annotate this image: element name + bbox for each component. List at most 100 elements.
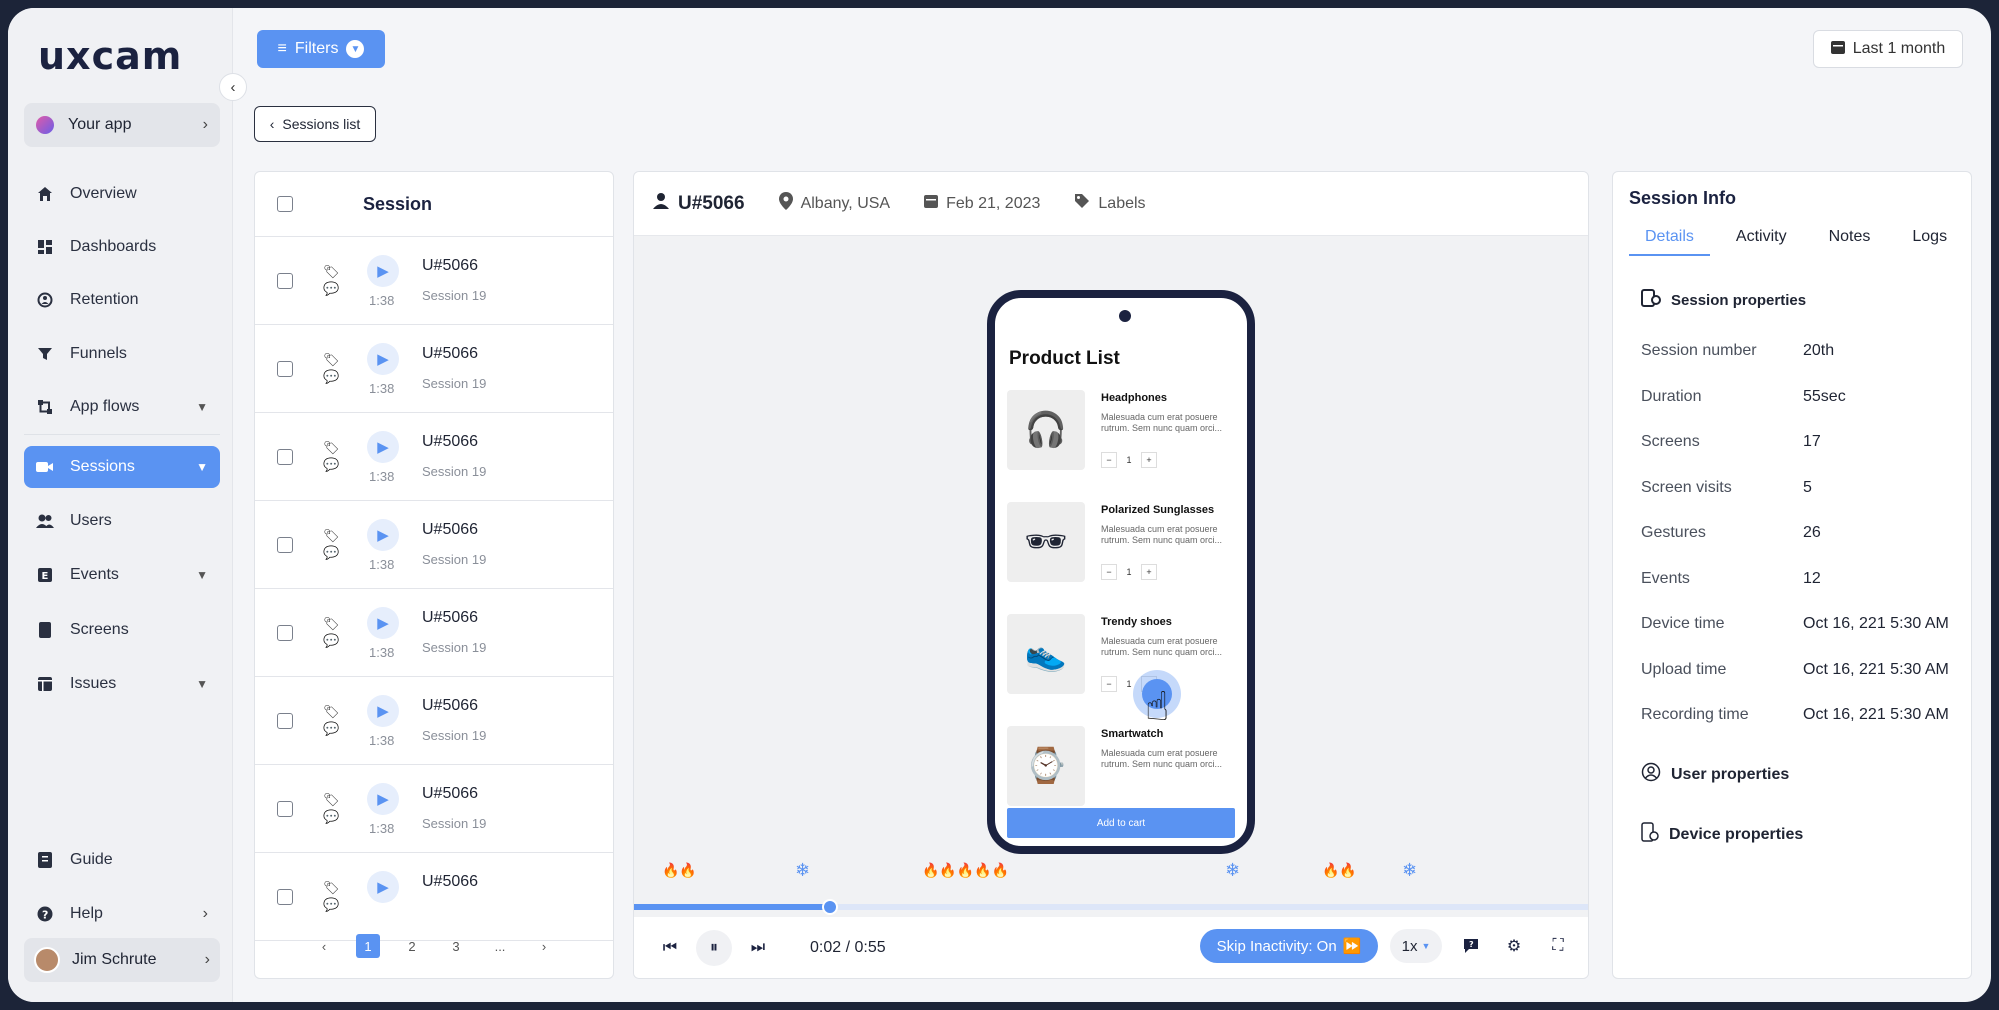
row-checkbox[interactable] — [277, 272, 293, 289]
sidebar-item-label: Overview — [70, 185, 137, 202]
play-session-button[interactable]: ▶ — [367, 343, 399, 375]
next-page-button[interactable]: › — [532, 934, 556, 958]
collapse-sidebar-button[interactable]: ‹ — [219, 73, 247, 101]
prev-page-button[interactable]: ‹ — [312, 934, 336, 958]
play-session-button[interactable]: ▶ — [367, 519, 399, 551]
sidebar-item-label: Help — [70, 905, 103, 922]
table-row[interactable]: 🏷 💬 ▶ 1:38 U#5066 Session 19 — [255, 325, 613, 413]
sidebar-item-funnels[interactable]: Funnels — [24, 333, 220, 375]
sidebar-item-guide[interactable]: Guide — [24, 839, 220, 881]
session-user-id: U#5066 — [422, 785, 479, 802]
skip-inactivity-toggle[interactable]: Skip Inactivity: On ⏩ — [1200, 929, 1378, 963]
sidebar-item-retention[interactable]: Retention — [24, 279, 220, 321]
row-icons: 🏷 💬 — [323, 881, 343, 912]
tag-icon[interactable]: 🏷 — [323, 793, 343, 807]
comment-icon[interactable]: 💬 — [323, 458, 343, 472]
user-menu[interactable]: Jim Schrute › — [24, 938, 220, 982]
play-session-button[interactable]: ▶ — [367, 607, 399, 639]
sidebar-item-help[interactable]: ? Help › — [24, 893, 220, 935]
tag-icon[interactable]: 🏷 — [323, 529, 343, 543]
row-checkbox[interactable] — [277, 888, 293, 905]
sidebar-item-dashboards[interactable]: Dashboards — [24, 226, 220, 268]
freeze-icon[interactable]: ❄ — [795, 860, 810, 881]
rage-tap-icon[interactable]: 🔥🔥 — [1322, 862, 1357, 879]
table-row[interactable]: 🏷 💬 ▶ 1:38 U#5066 Session 19 — [255, 413, 613, 501]
tag-icon[interactable]: 🏷 — [323, 617, 343, 631]
comment-icon[interactable]: 💬 — [323, 370, 343, 384]
labels-button[interactable]: Labels — [1074, 193, 1146, 214]
page-ellipsis[interactable]: ... — [488, 934, 512, 958]
row-checkbox[interactable] — [277, 536, 293, 553]
timeline-scrubber[interactable] — [634, 899, 1588, 915]
device-properties-header[interactable]: Device properties — [1641, 822, 1803, 847]
session-duration: 1:38 — [369, 645, 395, 660]
freeze-icon[interactable]: ❄ — [1225, 860, 1240, 881]
table-row[interactable]: 🏷 💬 ▶ 1:38 U#5066 Session 19 — [255, 765, 613, 853]
watch-image: ⌚ — [1007, 726, 1085, 806]
tab-notes[interactable]: Notes — [1813, 224, 1887, 256]
table-row[interactable]: 🏷 💬 ▶ U#5066 — [255, 853, 613, 941]
sidebar-item-app-flows[interactable]: App flows ▼ — [24, 386, 220, 428]
property-key: Duration — [1641, 387, 1702, 405]
playback-speed-select[interactable]: 1x ▼ — [1390, 929, 1442, 963]
rage-tap-icon[interactable]: 🔥🔥 — [662, 862, 697, 879]
table-row[interactable]: 🏷 💬 ▶ 1:38 U#5066 Session 19 — [255, 237, 613, 325]
sidebar-item-overview[interactable]: Overview — [24, 173, 220, 215]
sidebar-item-events[interactable]: E Events ▼ — [24, 554, 220, 596]
pause-button[interactable]: ⏸ — [696, 930, 732, 966]
tag-icon[interactable]: 🏷 — [323, 265, 343, 279]
feedback-icon[interactable]: ? — [1454, 929, 1488, 963]
session-properties-header[interactable]: Session properties — [1641, 289, 1806, 312]
comment-icon[interactable]: 💬 — [323, 634, 343, 648]
page-1-button[interactable]: 1 — [356, 934, 380, 958]
tab-logs[interactable]: Logs — [1896, 224, 1963, 256]
sidebar-item-sessions[interactable]: Sessions ▼ — [24, 446, 220, 488]
table-row[interactable]: 🏷 💬 ▶ 1:38 U#5066 Session 19 — [255, 501, 613, 589]
filters-button[interactable]: ≡ Filters ▼ — [257, 30, 385, 68]
sessions-list-back-button[interactable]: ‹ Sessions list — [254, 106, 376, 142]
app-switcher[interactable]: Your app › — [24, 103, 220, 147]
tag-icon[interactable]: 🏷 — [323, 441, 343, 455]
play-session-button[interactable]: ▶ — [367, 783, 399, 815]
sidebar-item-issues[interactable]: Issues ▼ — [24, 663, 220, 705]
comment-icon[interactable]: 💬 — [323, 810, 343, 824]
svg-text:?: ? — [42, 909, 48, 922]
comment-icon[interactable]: 💬 — [323, 282, 343, 296]
play-session-button[interactable]: ▶ — [367, 431, 399, 463]
select-all-checkbox[interactable] — [277, 196, 293, 212]
tag-icon[interactable]: 🏷 — [323, 353, 343, 367]
sidebar-item-screens[interactable]: Screens — [24, 609, 220, 651]
tag-icon[interactable]: 🏷 — [323, 881, 343, 895]
date-range-button[interactable]: Last 1 month — [1813, 30, 1963, 68]
rage-tap-icon[interactable]: 🔥🔥🔥🔥🔥 — [922, 862, 1009, 879]
settings-gear-icon[interactable]: ⚙ — [1497, 929, 1531, 963]
row-checkbox[interactable] — [277, 448, 293, 465]
freeze-icon[interactable]: ❄ — [1402, 860, 1417, 881]
row-checkbox[interactable] — [277, 712, 293, 729]
sidebar-item-users[interactable]: Users — [24, 500, 220, 542]
player-user[interactable]: U#5066 — [652, 192, 745, 215]
page-2-button[interactable]: 2 — [400, 934, 424, 958]
comment-icon[interactable]: 💬 — [323, 898, 343, 912]
play-session-button[interactable]: ▶ — [367, 871, 399, 903]
skip-forward-button[interactable]: ⏭ — [740, 930, 776, 966]
skip-back-button[interactable]: ⏮ — [652, 930, 688, 966]
page-3-button[interactable]: 3 — [444, 934, 468, 958]
play-session-button[interactable]: ▶ — [367, 695, 399, 727]
tag-icon[interactable]: 🏷 — [323, 705, 343, 719]
tab-activity[interactable]: Activity — [1720, 224, 1803, 256]
play-session-button[interactable]: ▶ — [367, 255, 399, 287]
fullscreen-icon[interactable]: ⛶ — [1541, 929, 1575, 963]
table-row[interactable]: 🏷 💬 ▶ 1:38 U#5066 Session 19 — [255, 677, 613, 765]
comment-icon[interactable]: 💬 — [323, 722, 343, 736]
row-checkbox[interactable] — [277, 800, 293, 817]
tab-details[interactable]: Details — [1629, 224, 1710, 256]
table-row[interactable]: 🏷 💬 ▶ 1:38 U#5066 Session 19 — [255, 589, 613, 677]
session-user-id: U#5066 — [422, 609, 479, 626]
user-properties-header[interactable]: User properties — [1641, 762, 1789, 787]
row-checkbox[interactable] — [277, 624, 293, 641]
comment-icon[interactable]: 💬 — [323, 546, 343, 560]
scrubber-handle[interactable] — [822, 899, 838, 915]
row-checkbox[interactable] — [277, 360, 293, 377]
sidebar-item-label: App flows — [70, 398, 140, 415]
